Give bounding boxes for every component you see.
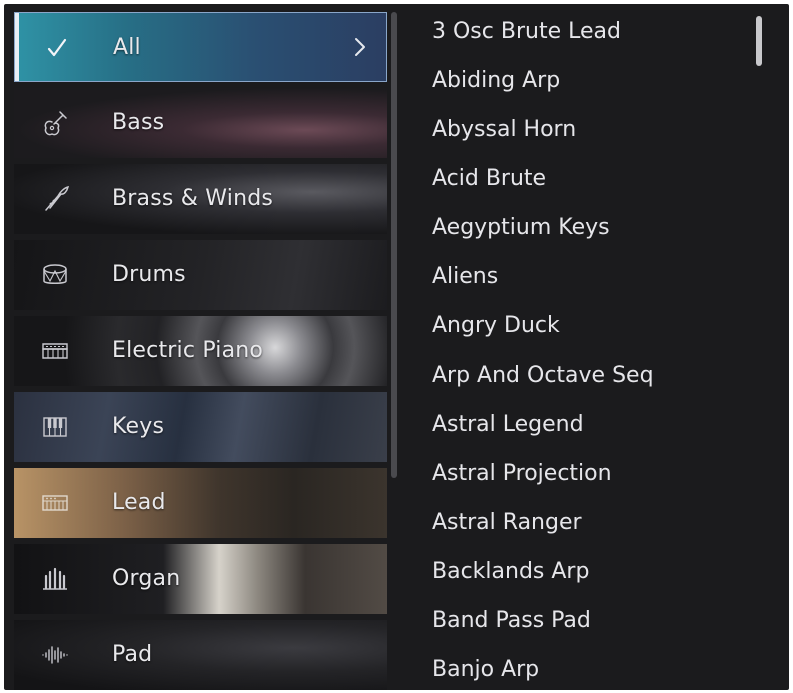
category-bass[interactable]: Bass — [14, 88, 387, 158]
category-label: Electric Piano — [112, 338, 264, 363]
category-keys[interactable]: Keys — [14, 392, 387, 462]
category-label: Keys — [112, 414, 165, 439]
category-organ[interactable]: Organ — [14, 544, 387, 614]
category-lead[interactable]: Lead — [14, 468, 387, 538]
category-label: Lead — [112, 490, 166, 515]
electric-piano-icon — [38, 334, 72, 368]
panel-divider[interactable] — [391, 12, 397, 478]
guitar-icon — [38, 106, 72, 140]
preset-item[interactable]: Banjo Arp — [432, 650, 539, 690]
category-label: Drums — [112, 262, 186, 287]
waveform-icon — [38, 638, 72, 672]
category-label: All — [113, 35, 141, 60]
preset-item[interactable]: Aliens — [432, 257, 498, 297]
preset-item[interactable]: Abyssal Horn — [432, 110, 576, 150]
organ-pipes-icon — [38, 562, 72, 596]
drum-icon — [38, 258, 72, 292]
synth-keyboard-icon — [38, 486, 72, 520]
preset-scrollbar-thumb[interactable] — [756, 16, 762, 66]
preset-item[interactable]: 3 Osc Brute Lead — [432, 12, 621, 52]
piano-keys-icon — [38, 410, 72, 444]
category-drums[interactable]: Drums — [14, 240, 387, 310]
category-label: Brass & Winds — [112, 186, 274, 211]
preset-item[interactable]: Backlands Arp — [432, 552, 589, 592]
chevron-right-icon — [348, 35, 372, 59]
preset-item[interactable]: Abiding Arp — [432, 61, 560, 101]
category-label: Pad — [112, 642, 153, 667]
preset-item[interactable]: Astral Legend — [432, 405, 584, 445]
checkmark-icon — [39, 31, 73, 65]
selection-accent — [15, 13, 19, 81]
category-list: All Bass Brass & Winds Drums Electric Pi… — [14, 12, 387, 690]
preset-list: 3 Osc Brute Lead Abiding Arp Abyssal Hor… — [402, 4, 772, 690]
category-pad[interactable]: Pad — [14, 620, 387, 690]
preset-item[interactable]: Angry Duck — [432, 306, 560, 346]
trumpet-icon — [38, 182, 72, 216]
category-label: Bass — [112, 110, 165, 135]
preset-item[interactable]: Arp And Octave Seq — [432, 356, 654, 396]
category-brass-winds[interactable]: Brass & Winds — [14, 164, 387, 234]
category-electric-piano[interactable]: Electric Piano — [14, 316, 387, 386]
category-label: Organ — [112, 566, 181, 591]
preset-item[interactable]: Aegyptium Keys — [432, 208, 610, 248]
preset-item[interactable]: Astral Ranger — [432, 503, 582, 543]
preset-browser: All Bass Brass & Winds Drums Electric Pi… — [4, 4, 789, 690]
preset-item[interactable]: Band Pass Pad — [432, 601, 591, 641]
category-all[interactable]: All — [14, 12, 387, 82]
preset-item[interactable]: Acid Brute — [432, 159, 546, 199]
preset-item[interactable]: Astral Projection — [432, 454, 612, 494]
